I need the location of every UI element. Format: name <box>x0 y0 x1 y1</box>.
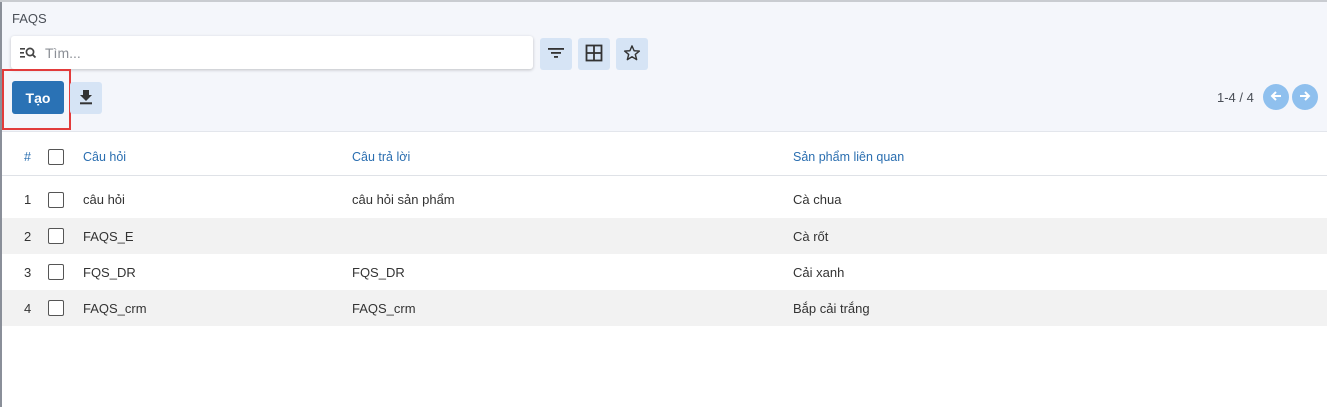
grid-icon <box>585 44 603 65</box>
row-checkbox-cell <box>48 218 83 254</box>
row-index: 3 <box>2 254 48 290</box>
download-icon <box>78 89 94 108</box>
download-button[interactable] <box>70 82 102 114</box>
arrow-left-icon <box>1270 90 1282 105</box>
row-checkbox-cell <box>48 254 83 290</box>
pager-next-button[interactable] <box>1292 84 1318 110</box>
table-row[interactable]: 1 câu hỏi câu hỏi sản phẩm Cà chua <box>2 175 1327 218</box>
row-answer[interactable]: câu hỏi sản phẩm <box>352 175 793 218</box>
column-header-index: # <box>2 139 48 176</box>
column-header-question[interactable]: Câu hỏi <box>83 139 352 176</box>
pager-value[interactable]: 1-4 / 4 <box>1217 90 1254 105</box>
search-box[interactable] <box>11 36 533 69</box>
arrow-right-icon <box>1299 90 1311 105</box>
table-row[interactable]: 2 FAQS_E Cà rốt <box>2 218 1327 254</box>
breadcrumb[interactable]: FAQS <box>12 11 47 26</box>
row-checkbox[interactable] <box>48 264 64 281</box>
pager-previous-button[interactable] <box>1263 84 1289 110</box>
search-icon <box>19 45 37 61</box>
table-header-row: # Câu hỏi Câu trả lời Sản phẩm liên quan <box>2 139 1327 176</box>
row-index: 1 <box>2 175 48 218</box>
favorites-button[interactable] <box>616 38 648 70</box>
select-all-cell <box>48 139 83 176</box>
row-question[interactable]: FAQS_crm <box>83 290 352 326</box>
row-answer[interactable]: FQS_DR <box>352 254 793 290</box>
row-index: 4 <box>2 290 48 326</box>
star-icon <box>623 44 641 65</box>
row-answer[interactable]: FAQS_crm <box>352 290 793 326</box>
row-checkbox-cell <box>48 175 83 218</box>
select-all-checkbox[interactable] <box>48 148 64 165</box>
column-header-product[interactable]: Sản phẩm liên quan <box>793 139 1327 176</box>
row-product[interactable]: Cà rốt <box>793 218 1327 254</box>
search-input[interactable] <box>45 36 525 69</box>
group-by-button[interactable] <box>578 38 610 70</box>
row-checkbox[interactable] <box>48 228 64 245</box>
row-question[interactable]: câu hỏi <box>83 175 352 218</box>
row-product[interactable]: Cải xanh <box>793 254 1327 290</box>
row-answer[interactable] <box>352 218 793 254</box>
row-product[interactable]: Bắp cải trắng <box>793 290 1327 326</box>
row-checkbox[interactable] <box>48 192 64 209</box>
filter-icon <box>547 46 565 63</box>
faq-list-table: # Câu hỏi Câu trả lời Sản phẩm liên quan… <box>2 139 1327 326</box>
row-index: 2 <box>2 218 48 254</box>
filter-button[interactable] <box>540 38 572 70</box>
row-question[interactable]: FAQS_E <box>83 218 352 254</box>
column-header-answer[interactable]: Câu trả lời <box>352 139 793 176</box>
row-question[interactable]: FQS_DR <box>83 254 352 290</box>
table-row[interactable]: 4 FAQS_crm FAQS_crm Bắp cải trắng <box>2 290 1327 326</box>
row-product[interactable]: Cà chua <box>793 175 1327 218</box>
highlight-annotation <box>2 69 71 130</box>
row-checkbox[interactable] <box>48 300 64 317</box>
table-row[interactable]: 3 FQS_DR FQS_DR Cải xanh <box>2 254 1327 290</box>
row-checkbox-cell <box>48 290 83 326</box>
